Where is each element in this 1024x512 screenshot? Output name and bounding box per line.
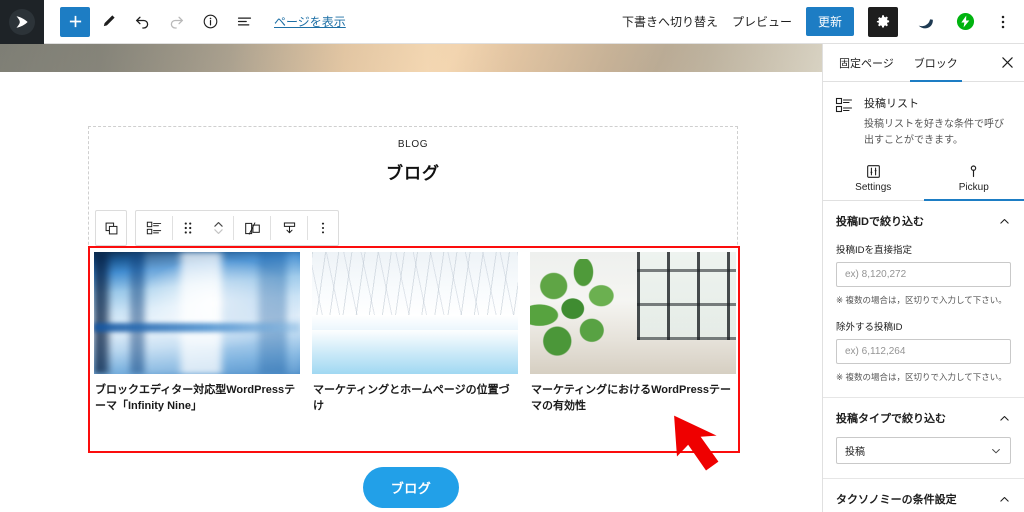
section-title: 投稿IDで絞り込む	[836, 216, 924, 228]
undo-arrow-icon[interactable]	[126, 6, 158, 38]
jetpack-icon[interactable]	[912, 9, 938, 35]
parent-block-group	[95, 210, 127, 246]
toolbar-left-group: ページを表示	[44, 6, 346, 38]
post-card[interactable]: マーケティングとホームページの位置づけ	[312, 252, 518, 415]
blog-eyebrow-text: BLOG	[397, 139, 429, 150]
section-header[interactable]: タクソノミーの条件設定	[836, 491, 1011, 507]
tab-settings[interactable]: Settings	[823, 158, 924, 200]
post-list-selection[interactable]: ブロックエディター対応型WordPressテーマ「Infinity Nine」 …	[88, 246, 740, 453]
post-title[interactable]: ブロックエディター対応型WordPressテーマ「Infinity Nine」	[94, 383, 300, 415]
section-post-id-filter: 投稿IDで絞り込む 投稿IDを直接指定 ex) 8,120,272 ※ 複数の場…	[823, 201, 1024, 398]
preview-button[interactable]: プレビュー	[732, 13, 792, 30]
section-header[interactable]: 投稿IDで絞り込む	[836, 213, 1011, 229]
logo-circle	[9, 8, 35, 35]
post-card[interactable]: マーケティングにおけるWordPressテーマの有効性	[530, 252, 736, 415]
post-thumbnail-image[interactable]	[94, 252, 300, 374]
chevron-down-icon	[990, 445, 1002, 457]
section-title: 投稿タイプで絞り込む	[836, 413, 946, 425]
editor-top-toolbar: ページを表示 下書きへ切り替え プレビュー 更新	[0, 0, 1024, 44]
blog-heading: ブログ	[386, 164, 440, 183]
post-type-select-value: 投稿	[845, 447, 865, 458]
post-cards-row: ブロックエディター対応型WordPressテーマ「Infinity Nine」 …	[90, 248, 738, 415]
blog-cta-button[interactable]: ブログ	[362, 467, 460, 508]
tab-block-settings[interactable]: ブロック	[904, 44, 968, 82]
exclude-post-ids-placeholder: ex) 6,112,264	[845, 346, 906, 357]
section-post-type-filter: 投稿タイプで絞り込む 投稿	[823, 398, 1024, 479]
block-description: 投稿リストを好きな条件で呼び出すことができます。	[864, 119, 1004, 146]
field-label-include-ids: 投稿IDを直接指定	[836, 245, 913, 256]
pin-icon	[924, 164, 1024, 179]
include-post-ids-input[interactable]: ex) 8,120,272	[836, 262, 1011, 287]
chevron-up-icon[interactable]	[998, 412, 1011, 425]
gear-icon[interactable]	[868, 6, 898, 37]
post-list-block-icon	[835, 95, 855, 148]
post-thumbnail-image[interactable]	[530, 252, 736, 374]
chevron-up-icon[interactable]	[998, 493, 1011, 506]
kebab-menu-icon[interactable]	[992, 14, 1014, 30]
block-controls-group	[135, 210, 339, 246]
vertical-align-icon[interactable]	[271, 211, 307, 245]
editor-screen: ページを表示 下書きへ切り替え プレビュー 更新 BLOG ブログ ブロックエデ…	[0, 0, 1024, 512]
sidebar-tabs: 固定ページ ブロック	[823, 44, 1024, 82]
post-thumbnail-image[interactable]	[312, 252, 518, 374]
post-title[interactable]: マーケティングとホームページの位置づけ	[312, 383, 518, 415]
parent-block-icon[interactable]	[96, 211, 126, 245]
tab-settings-label: Settings	[855, 182, 892, 193]
chevron-up-icon[interactable]	[998, 215, 1011, 228]
block-toolbar	[95, 210, 339, 246]
red-arrow-icon	[668, 408, 744, 484]
sidebar-block-info: 投稿リスト 投稿リストを好きな条件で呼び出すことができます。	[823, 82, 1024, 158]
tab-pickup[interactable]: Pickup	[923, 158, 1024, 201]
block-title: 投稿リスト	[864, 98, 919, 110]
redo-arrow-icon[interactable]	[160, 6, 192, 38]
info-circle-icon[interactable]	[194, 6, 226, 38]
post-card[interactable]: ブロックエディター対応型WordPressテーマ「Infinity Nine」	[94, 252, 300, 415]
field-label-exclude-ids: 除外する投稿ID	[836, 322, 903, 333]
tab-page-settings[interactable]: 固定ページ	[829, 44, 904, 82]
drag-handle-icon[interactable]	[173, 211, 203, 245]
exclude-post-ids-input[interactable]: ex) 6,112,264	[836, 339, 1011, 364]
kebab-menu-icon[interactable]	[308, 211, 338, 245]
section-taxonomy-conditions: タクソノミーの条件設定 カテゴリー タグ	[823, 479, 1024, 512]
settings-sliders-icon	[823, 164, 924, 179]
close-icon[interactable]	[990, 44, 1024, 82]
block-settings-sidebar: 固定ページ ブロック 投稿リスト 投稿リストを好きな条件で呼び出すことができます…	[822, 44, 1024, 512]
plus-icon[interactable]	[60, 6, 90, 37]
pencil-icon[interactable]	[92, 6, 124, 38]
include-post-ids-placeholder: ex) 8,120,272	[845, 269, 907, 280]
list-view-icon[interactable]	[228, 6, 260, 38]
section-title: タクソノミーの条件設定	[836, 494, 957, 506]
change-alignment-icon[interactable]	[234, 211, 270, 245]
field-hint-exclude-ids: ※ 複数の場合は，区切りで入力して下さい。	[836, 372, 1007, 382]
view-page-link[interactable]: ページを表示	[274, 13, 346, 30]
field-hint-include-ids: ※ 複数の場合は，区切りで入力して下さい。	[836, 295, 1007, 305]
update-button[interactable]: 更新	[805, 7, 854, 36]
wordpress-logo-icon[interactable]	[0, 0, 44, 44]
hero-banner-image	[0, 44, 822, 72]
toolbar-right-group: 下書きへ切り替え プレビュー 更新	[622, 6, 1024, 37]
post-list-block-icon[interactable]	[136, 211, 172, 245]
move-up-down-icon[interactable]	[203, 211, 233, 245]
tab-pickup-label: Pickup	[958, 182, 989, 193]
sidebar-mode-tabs: Settings Pickup	[823, 158, 1024, 201]
section-header[interactable]: 投稿タイプで絞り込む	[836, 410, 1011, 426]
post-type-select[interactable]: 投稿	[836, 437, 1011, 464]
switch-to-draft-button[interactable]: 下書きへ切り替え	[622, 13, 718, 30]
lightning-bolt-icon[interactable]	[952, 9, 978, 35]
